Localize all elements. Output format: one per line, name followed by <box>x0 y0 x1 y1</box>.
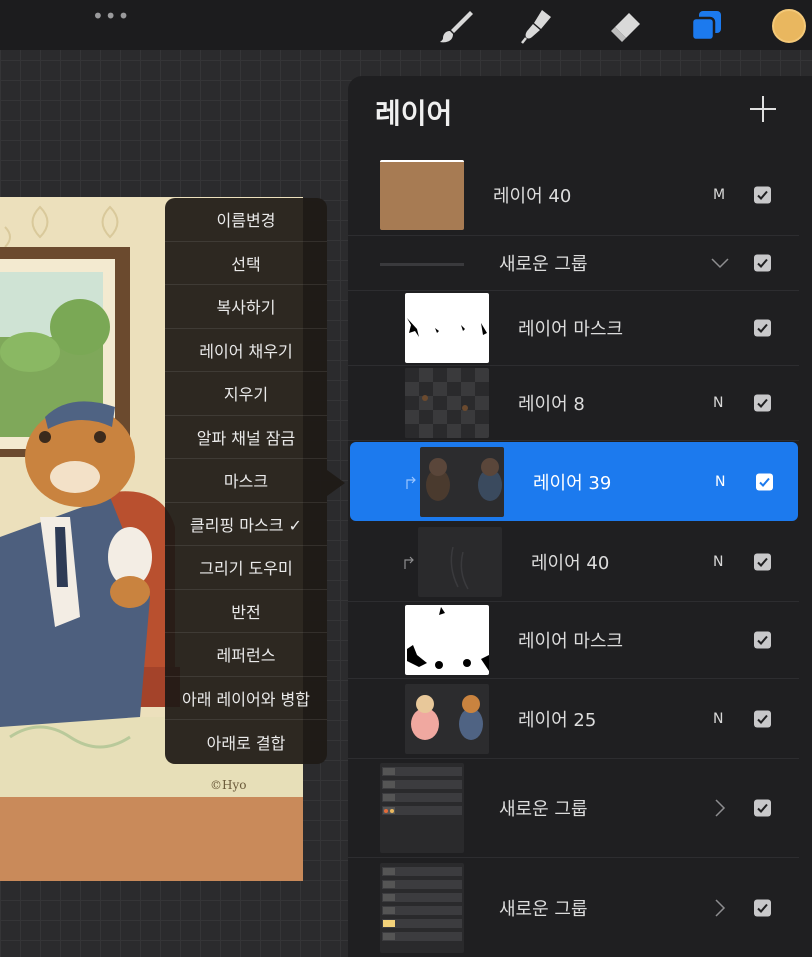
group-row[interactable]: 새로운 그룹 <box>348 858 799 957</box>
chevron-right-icon[interactable] <box>710 798 730 818</box>
menu-item-copy[interactable]: 복사하기 <box>165 285 327 329</box>
chevron-down-icon[interactable] <box>710 253 730 273</box>
menu-item-clipping-mask[interactable]: 클리핑 마스크 ✓ <box>165 503 327 546</box>
menu-item-combine-down[interactable]: 아래로 결합 <box>165 720 327 764</box>
context-menu-pointer <box>327 470 345 496</box>
visibility-checkbox[interactable] <box>754 254 771 272</box>
menu-item-clear[interactable]: 지우기 <box>165 372 327 416</box>
layer-thumbnail <box>418 526 502 597</box>
layer-row[interactable]: 레이어 마스크 <box>348 602 799 679</box>
clipping-arrow-icon <box>403 555 415 569</box>
layer-thumbnail <box>380 159 464 230</box>
layer-thumbnail <box>405 368 489 438</box>
chevron-right-icon[interactable] <box>710 898 730 918</box>
layers-panel: 레이어 레이어 40 M 새로운 그룹 레이어 마스크 레이어 8 N 레이어 … <box>348 76 812 957</box>
group-row[interactable]: 새로운 그룹 <box>348 759 799 858</box>
blend-mode-button[interactable]: N <box>713 711 723 727</box>
color-swatch[interactable] <box>772 9 806 43</box>
layer-row[interactable]: 레이어 마스크 <box>348 291 799 366</box>
plus-icon[interactable] <box>746 92 780 126</box>
group-thumbnail <box>380 763 464 853</box>
layer-row-selected[interactable]: 레이어 39 N <box>350 442 798 521</box>
layer-name: 레이어 40 <box>531 552 610 574</box>
menu-item-mask[interactable]: 마스크 <box>165 459 327 503</box>
menu-item-rename[interactable]: 이름변경 <box>165 198 327 242</box>
group-thumbnail <box>380 862 464 953</box>
panel-title: 레이어 <box>375 97 453 130</box>
visibility-checkbox[interactable] <box>754 319 771 337</box>
layer-name: 레이어 40 <box>493 185 572 207</box>
layer-thumbnail <box>420 446 504 517</box>
visibility-checkbox[interactable] <box>754 553 771 570</box>
layer-name: 레이어 마스크 <box>518 631 624 652</box>
layer-name: 레이어 마스크 <box>518 319 624 340</box>
layer-thumbnail <box>405 683 489 754</box>
layer-row[interactable]: 레이어 40 N <box>348 522 799 602</box>
menu-item-invert[interactable]: 반전 <box>165 590 327 633</box>
visibility-checkbox[interactable] <box>756 473 773 490</box>
layer-name: 새로운 그룹 <box>499 799 588 820</box>
menu-item-drawing-assist[interactable]: 그리기 도우미 <box>165 546 327 590</box>
layer-name: 새로운 그룹 <box>499 254 588 275</box>
visibility-checkbox[interactable] <box>754 186 771 203</box>
layer-context-menu: 이름변경 선택 복사하기 레이어 채우기 지우기 알파 채널 잠금 마스크 클리… <box>165 198 327 764</box>
clipping-arrow-icon <box>405 475 417 489</box>
layer-name: 레이어 8 <box>518 394 585 415</box>
layer-name: 레이어 25 <box>518 709 597 731</box>
visibility-checkbox[interactable] <box>754 710 771 727</box>
more-menu-button[interactable]: ••• <box>92 4 130 28</box>
blend-mode-button[interactable]: N <box>713 554 723 570</box>
layer-thumbnail <box>405 605 489 675</box>
blend-mode-button[interactable]: M <box>713 187 725 203</box>
smudge-icon[interactable] <box>520 7 558 45</box>
visibility-checkbox[interactable] <box>754 394 771 412</box>
blend-mode-button[interactable]: N <box>713 395 723 411</box>
menu-item-reference[interactable]: 레퍼런스 <box>165 633 327 677</box>
layer-row[interactable]: 레이어 8 N <box>348 366 799 441</box>
layers-icon[interactable] <box>688 7 726 45</box>
blend-mode-button[interactable]: N <box>715 474 725 490</box>
layer-name: 새로운 그룹 <box>499 898 588 920</box>
top-toolbar: ••• <box>0 0 812 50</box>
menu-item-alpha-lock[interactable]: 알파 채널 잠금 <box>165 416 327 459</box>
layer-thumbnail <box>405 293 489 363</box>
group-thumbnail <box>380 263 464 266</box>
layer-name: 레이어 39 <box>533 472 612 494</box>
artwork-signature: ©Hyo <box>210 778 246 792</box>
group-row[interactable]: 새로운 그룹 <box>348 236 799 291</box>
visibility-checkbox[interactable] <box>754 799 771 817</box>
menu-item-merge-down[interactable]: 아래 레이어와 병합 <box>165 677 327 720</box>
visibility-checkbox[interactable] <box>754 899 771 916</box>
layer-row[interactable]: 레이어 40 M <box>348 154 799 236</box>
eraser-icon[interactable] <box>605 7 643 45</box>
layer-row[interactable]: 레이어 25 N <box>348 679 799 759</box>
brush-icon[interactable] <box>437 7 475 45</box>
menu-item-select[interactable]: 선택 <box>165 242 327 285</box>
menu-item-fill-layer[interactable]: 레이어 채우기 <box>165 329 327 372</box>
visibility-checkbox[interactable] <box>754 631 771 649</box>
